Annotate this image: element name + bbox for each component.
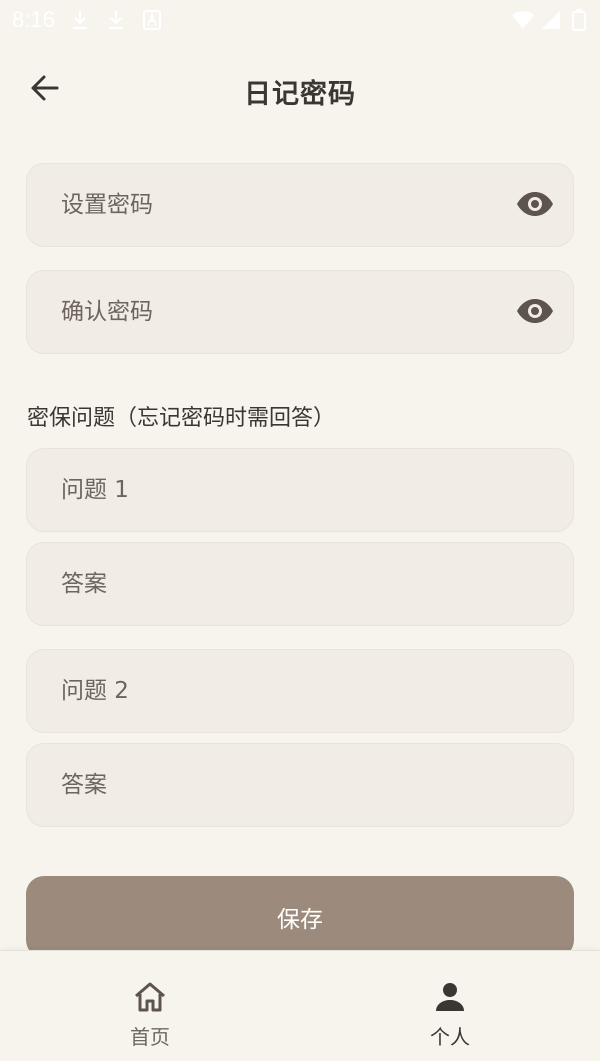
set-password-input[interactable] xyxy=(61,164,501,246)
nav-item-profile[interactable]: 个人 xyxy=(300,951,600,1061)
question-2-field-container xyxy=(26,649,574,733)
confirm-password-input[interactable] xyxy=(61,271,501,353)
question-2-input[interactable] xyxy=(61,650,501,732)
question-1-input[interactable] xyxy=(61,449,501,531)
signal-icon xyxy=(540,9,562,31)
nav-label-home: 首页 xyxy=(130,1025,170,1049)
confirm-password-field-container xyxy=(26,270,574,354)
status-bar-left: 8:16 xyxy=(12,7,163,33)
save-button[interactable]: 保存 xyxy=(26,876,574,958)
page-title: 日记密码 xyxy=(244,79,356,110)
status-bar-right xyxy=(512,9,590,31)
question-1-field-container xyxy=(26,448,574,532)
app-bar: 日记密码 xyxy=(0,58,600,122)
bottom-navigation: 首页 个人 xyxy=(0,950,600,1061)
security-questions-label: 密保问题（忘记密码时需回答） xyxy=(27,406,336,431)
nav-label-profile: 个人 xyxy=(430,1025,470,1049)
answer-2-input[interactable] xyxy=(61,744,501,826)
wifi-icon xyxy=(512,9,534,31)
toggle-confirm-visibility-button[interactable] xyxy=(515,293,555,333)
answer-1-input[interactable] xyxy=(61,543,501,625)
status-time: 8:16 xyxy=(12,7,55,32)
eye-icon xyxy=(516,191,554,221)
status-bar: 8:16 xyxy=(0,0,600,40)
answer-2-field-container xyxy=(26,743,574,827)
toggle-password-visibility-button[interactable] xyxy=(515,186,555,226)
download-icon xyxy=(105,9,127,31)
font-a-icon xyxy=(141,9,163,31)
eye-icon xyxy=(516,298,554,328)
person-icon xyxy=(432,979,468,1015)
battery-icon xyxy=(568,9,590,31)
download-icon xyxy=(69,9,91,31)
home-icon xyxy=(132,979,168,1015)
nav-item-home[interactable]: 首页 xyxy=(0,951,300,1061)
answer-1-field-container xyxy=(26,542,574,626)
set-password-field-container xyxy=(26,163,574,247)
